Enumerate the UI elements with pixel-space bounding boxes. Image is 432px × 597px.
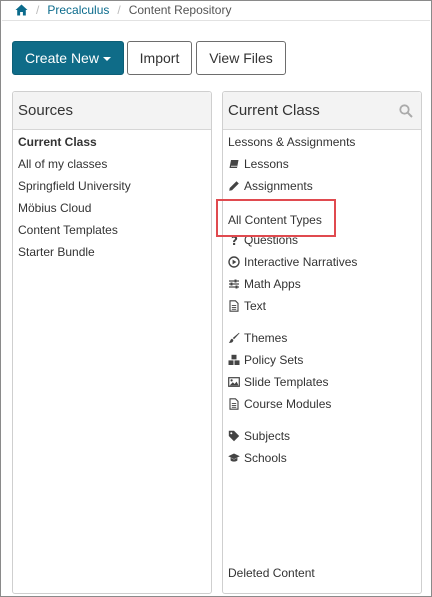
paintbrush-icon	[228, 332, 240, 343]
assignments-item[interactable]: Assignments	[228, 177, 313, 195]
content-repository-frame: / Precalculus / Content Repository Creat…	[0, 0, 432, 597]
course-modules-label: Course Modules	[244, 397, 332, 411]
view-files-label: View Files	[209, 50, 273, 66]
lessons-assignments-label: Lessons & Assignments	[228, 135, 356, 149]
policy-sets-label: Policy Sets	[244, 353, 304, 367]
view-files-button[interactable]: View Files	[196, 41, 286, 75]
subjects-label: Subjects	[244, 429, 291, 443]
text-label: Text	[244, 299, 267, 313]
breadcrumb-separator: /	[36, 3, 40, 17]
deleted-content-label: Deleted Content	[228, 566, 315, 580]
current-class-panel: Current Class Lessons & Assignments Less…	[222, 91, 422, 594]
deleted-content-item[interactable]: Deleted Content	[228, 564, 315, 582]
cubes-icon	[228, 354, 240, 365]
slide-templates-label: Slide Templates	[244, 375, 329, 389]
math-apps-label: Math Apps	[244, 277, 301, 291]
schools-label: Schools	[244, 451, 287, 465]
play-circle-icon	[228, 256, 240, 268]
pencil-icon	[229, 181, 239, 191]
interactive-narratives-item[interactable]: Interactive Narratives	[228, 253, 357, 271]
themes-item[interactable]: Themes	[228, 329, 287, 347]
course-modules-item[interactable]: Course Modules	[228, 395, 331, 413]
policy-sets-item[interactable]: Policy Sets	[228, 351, 303, 369]
divider	[2, 20, 430, 21]
image-icon	[228, 377, 240, 387]
caret-down-icon	[102, 57, 111, 61]
text-item[interactable]: Text	[228, 297, 266, 315]
create-new-button[interactable]: Create New	[12, 41, 124, 75]
document-icon	[229, 300, 239, 312]
sources-panel-title: Sources	[13, 92, 211, 130]
create-new-label: Create New	[25, 50, 99, 66]
sliders-icon	[229, 279, 239, 289]
lessons-assignments-item[interactable]: Lessons & Assignments	[228, 133, 355, 151]
import-label: Import	[139, 50, 180, 66]
source-item-springfield-university[interactable]: Springfield University	[18, 177, 131, 195]
lessons-label: Lessons	[244, 157, 289, 171]
interactive-narratives-label: Interactive Narratives	[244, 255, 358, 269]
graduation-cap-icon	[228, 453, 240, 462]
tag-icon	[228, 430, 240, 442]
source-item-mobius-cloud[interactable]: Möbius Cloud	[18, 199, 91, 217]
themes-label: Themes	[244, 331, 288, 345]
lessons-item[interactable]: Lessons	[228, 155, 289, 173]
breadcrumb-course-link[interactable]: Precalculus	[47, 3, 109, 17]
source-item-all-classes[interactable]: All of my classes	[18, 155, 107, 173]
search-icon[interactable]	[399, 104, 413, 118]
current-class-panel-title: Current Class	[223, 92, 421, 130]
home-icon[interactable]	[15, 4, 28, 16]
source-item-starter-bundle[interactable]: Starter Bundle	[18, 243, 95, 261]
source-item-current-class[interactable]: Current Class	[18, 133, 97, 151]
import-button[interactable]: Import	[127, 41, 192, 75]
breadcrumb: / Precalculus / Content Repository	[15, 2, 231, 18]
math-apps-item[interactable]: Math Apps	[228, 275, 301, 293]
slide-templates-item[interactable]: Slide Templates	[228, 373, 329, 391]
sources-panel: Sources Current Class All of my classes …	[12, 91, 212, 594]
document-icon	[229, 398, 239, 410]
source-item-content-templates[interactable]: Content Templates	[18, 221, 118, 239]
schools-item[interactable]: Schools	[228, 449, 287, 467]
breadcrumb-separator: /	[117, 3, 121, 17]
subjects-item[interactable]: Subjects	[228, 427, 290, 445]
book-icon	[229, 160, 239, 168]
assignments-label: Assignments	[244, 179, 313, 193]
breadcrumb-current: Content Repository	[128, 3, 232, 17]
highlight-box	[216, 199, 336, 237]
